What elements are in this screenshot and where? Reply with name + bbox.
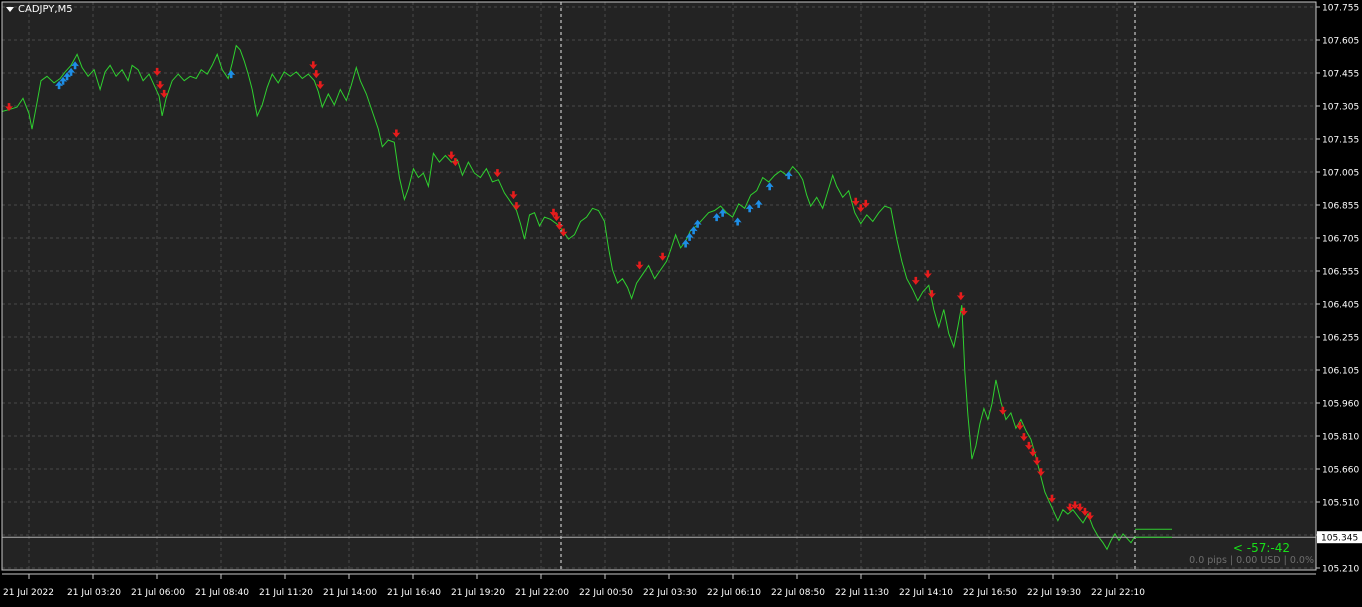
price-tick-label: 105.660: [1322, 466, 1359, 476]
chart-canvas[interactable]: 107.755 107.605 107.455 107.305 107.155 107.0…: [0, 0, 1362, 603]
price-tick-label: 107.755: [1322, 4, 1359, 14]
time-tick-label: 21 Jul 22:00: [515, 588, 569, 598]
current-price-label: 105.345: [1321, 534, 1358, 544]
price-tick-label: 107.455: [1322, 70, 1359, 80]
price-tick-label: 107.005: [1322, 169, 1359, 179]
symbol-title[interactable]: CADJPY,M5: [6, 4, 73, 15]
time-tick-label: 22 Jul 00:50: [579, 588, 633, 598]
price-tick-label: 106.405: [1322, 301, 1359, 311]
time-tick-label: 22 Jul 11:30: [835, 588, 889, 598]
time-tick-label: 22 Jul 22:10: [1091, 588, 1145, 598]
price-tick-label: 106.705: [1322, 235, 1359, 245]
price-tick-label: 106.555: [1322, 268, 1359, 278]
time-tick-label: 22 Jul 03:30: [643, 588, 697, 598]
price-tick-label: 105.210: [1322, 565, 1359, 575]
price-tick-label: 106.255: [1322, 334, 1359, 344]
time-scale[interactable]: 21 Jul 2022 21 Jul 03:20 21 Jul 06:00 21 Ju…: [3, 574, 1145, 598]
time-tick-label: 21 Jul 08:40: [195, 588, 249, 598]
bar-countdown: < -57:-42: [1232, 541, 1290, 555]
time-tick-label: 21 Jul 2022: [3, 588, 54, 598]
time-tick-label: 21 Jul 19:20: [451, 588, 505, 598]
pips-info: 0.0 pips | 0.00 USD | 0.0%: [1189, 555, 1314, 566]
time-tick-label: 22 Jul 14:10: [899, 588, 953, 598]
time-tick-label: 22 Jul 19:30: [1027, 588, 1081, 598]
time-tick-label: 21 Jul 16:40: [387, 588, 441, 598]
price-tick-label: 107.155: [1322, 136, 1359, 146]
price-tick-label: 105.810: [1322, 433, 1359, 443]
time-tick-label: 22 Jul 06:10: [707, 588, 761, 598]
price-tick-label: 105.510: [1322, 499, 1359, 509]
time-tick-label: 21 Jul 14:00: [323, 588, 377, 598]
price-tick-label: 105.960: [1322, 400, 1359, 410]
price-chart[interactable]: 107.755 107.605 107.455 107.305 107.155 107.0…: [0, 0, 1362, 603]
price-scale[interactable]: 107.755 107.605 107.455 107.305 107.155 107.0…: [1316, 4, 1359, 575]
price-tick-label: 107.305: [1322, 103, 1359, 113]
price-tick-label: 106.105: [1322, 367, 1359, 377]
price-tick-label: 107.605: [1322, 37, 1359, 47]
dropdown-triangle-icon[interactable]: [6, 7, 14, 12]
plot-background: [2, 2, 1316, 570]
time-tick-label: 21 Jul 06:00: [131, 588, 185, 598]
time-tick-label: 21 Jul 11:20: [259, 588, 313, 598]
time-tick-label: 22 Jul 08:50: [771, 588, 825, 598]
symbol-title-text: CADJPY,M5: [18, 4, 73, 15]
price-tick-label: 106.855: [1322, 202, 1359, 212]
time-tick-label: 22 Jul 16:50: [963, 588, 1017, 598]
time-tick-label: 21 Jul 03:20: [67, 588, 121, 598]
